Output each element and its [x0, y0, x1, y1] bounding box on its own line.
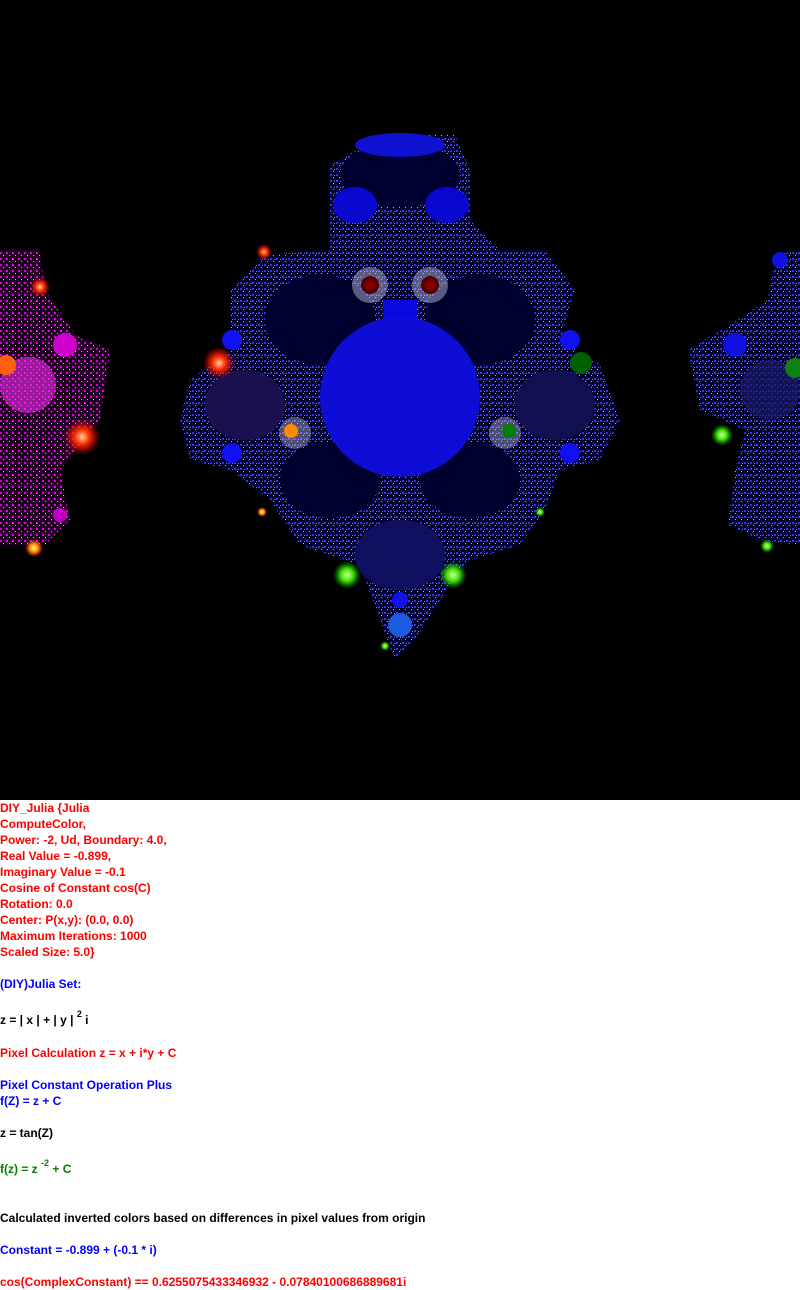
param-line: Maximum Iterations: 1000	[0, 929, 147, 943]
param-line: Cosine of Constant cos(C)	[0, 881, 151, 895]
param-line: Imaginary Value = -0.1	[0, 865, 126, 879]
set-title: (DIY)Julia Set:	[0, 977, 82, 991]
pixel-calculation: Pixel Calculation z = x + i*y + C	[0, 1046, 177, 1060]
param-line: Power: -2, Ud, Boundary: 4.0,	[0, 833, 167, 847]
param-line: Scaled Size: 5.0}	[0, 945, 95, 959]
constant-line: Constant = -0.899 + (-0.1 * i)	[0, 1243, 157, 1257]
param-line: Rotation: 0.0	[0, 897, 73, 911]
param-line: Real Value = -0.899,	[0, 849, 112, 863]
fz-power-formula: f(z) = z -2 + C	[0, 1158, 72, 1177]
colors-note: Calculated inverted colors based on diff…	[0, 1211, 426, 1225]
param-line: DIY_Julia {Julia	[0, 801, 90, 815]
fz-plus-formula: f(Z) = z + C	[0, 1094, 62, 1108]
z-formula: z = | x | + | y | 2 i	[0, 1009, 89, 1028]
julia-fractal-canvas	[0, 0, 800, 800]
param-line: ComputeColor,	[0, 817, 86, 831]
cos-constant-line: cos(ComplexConstant) == 0.62550754333469…	[0, 1275, 407, 1289]
param-line: Center: P(x,y): (0.0, 0.0)	[0, 913, 134, 927]
constant-operation: Pixel Constant Operation Plus	[0, 1078, 173, 1092]
z-tan-formula: z = tan(Z)	[0, 1126, 53, 1140]
